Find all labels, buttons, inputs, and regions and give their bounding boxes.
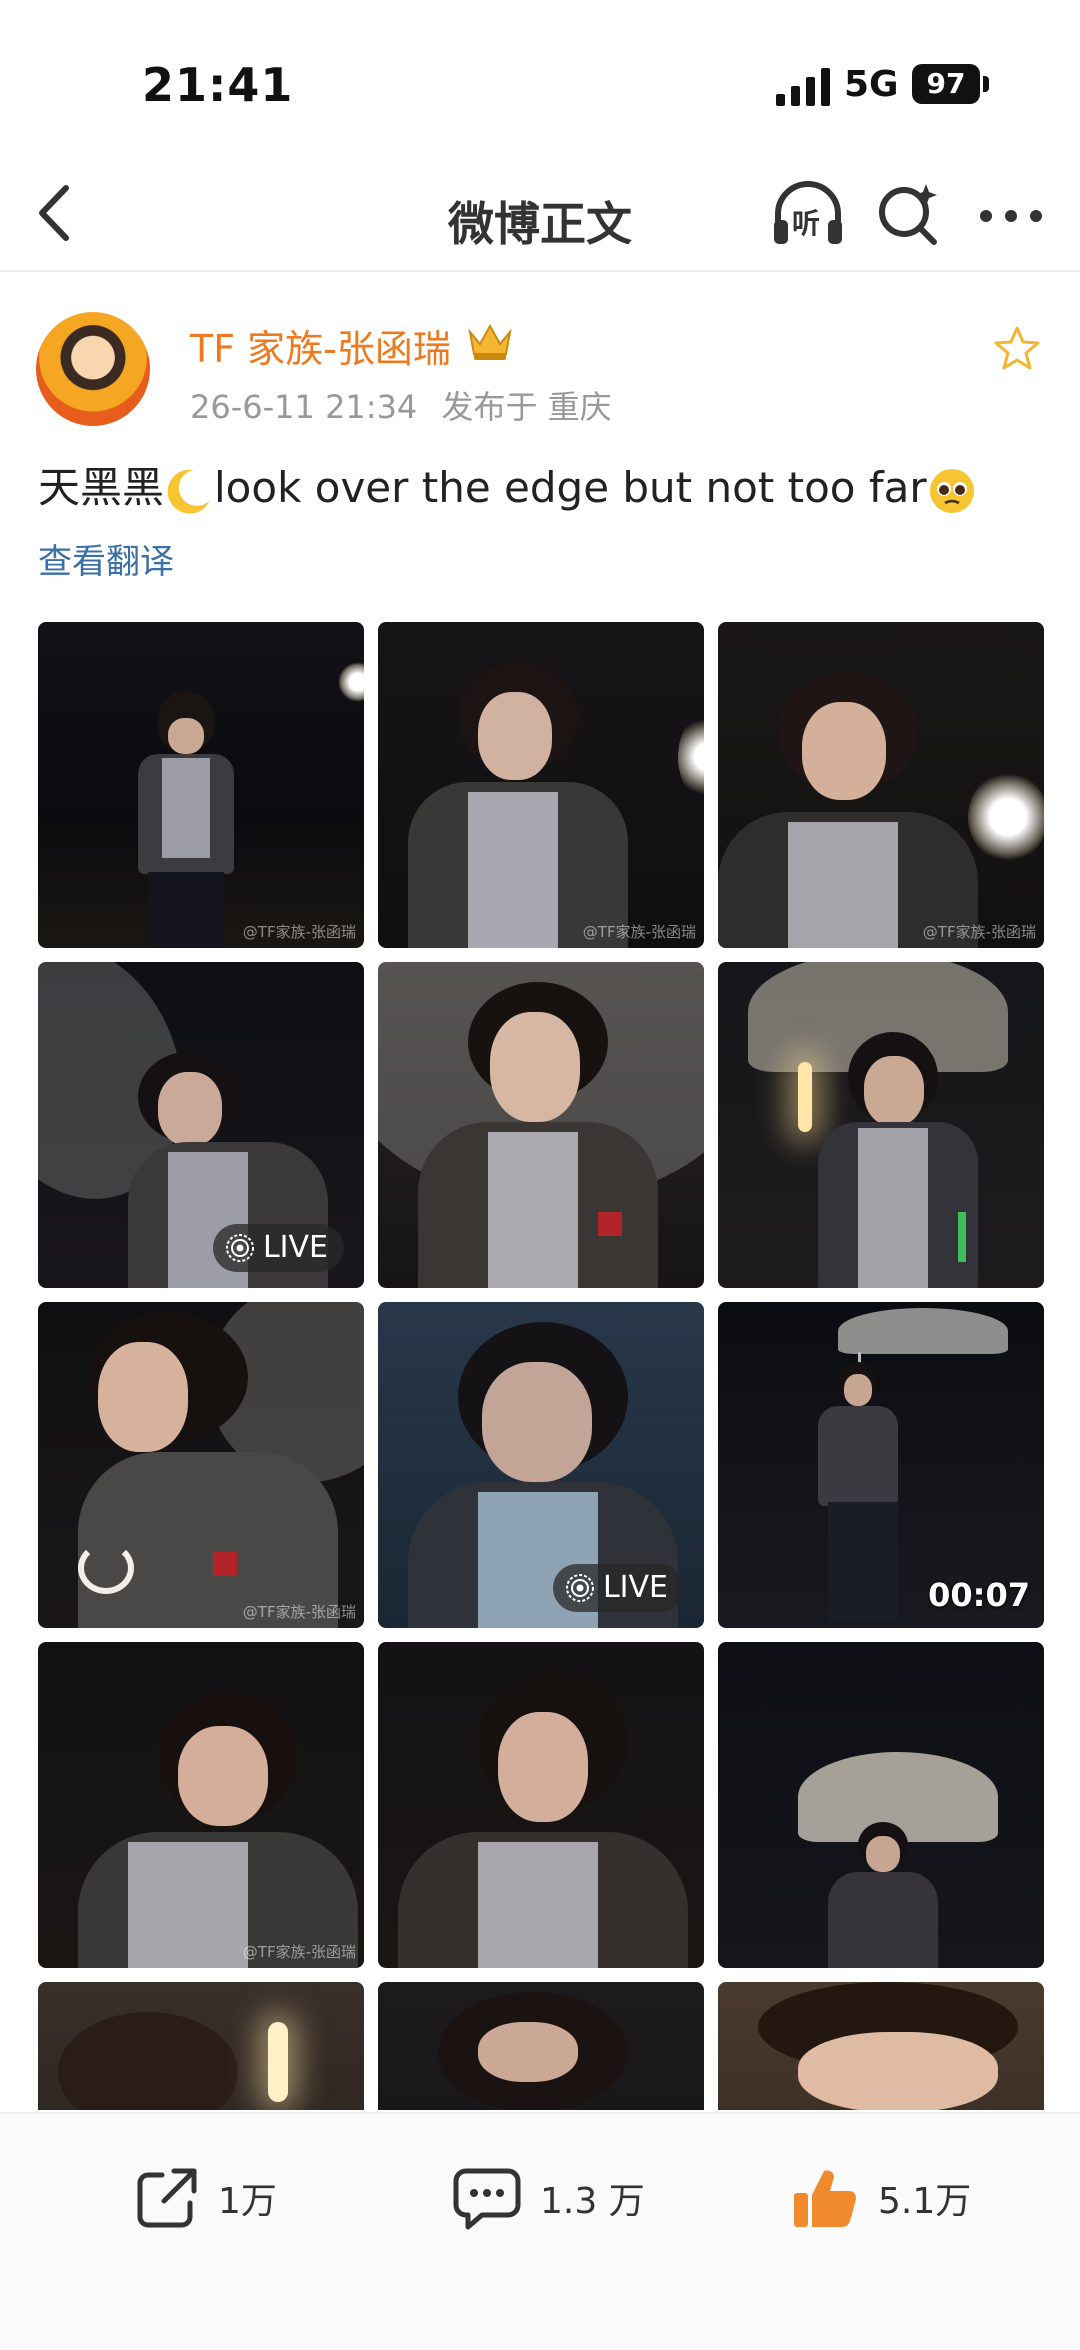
battery-nub [983, 76, 989, 92]
share-button[interactable]: 1万 [134, 2158, 277, 2238]
comment-button[interactable]: 1.3 万 [452, 2158, 645, 2238]
watermark: @TF家族-张函瑞 [922, 923, 1036, 941]
like-button[interactable]: 5.1万 [790, 2158, 971, 2238]
live-label: LIVE [262, 1230, 328, 1265]
avatar[interactable] [36, 312, 150, 426]
photo-2[interactable]: @TF家族-张函瑞 [378, 622, 704, 948]
live-label: LIVE [602, 1570, 668, 1605]
watermark: @TF家族-张函瑞 [242, 1943, 356, 1961]
like-count: 5.1万 [878, 2181, 972, 2222]
photo-13[interactable] [38, 1982, 364, 2110]
post-meta: 26-6-11 21:34 发布于 重庆 [190, 382, 612, 428]
signal-icon [776, 68, 830, 106]
comment-count: 1.3 万 [540, 2181, 645, 2222]
battery-icon: 97 [912, 64, 980, 104]
listen-label: 听 [792, 207, 821, 240]
live-photo-icon [225, 1234, 254, 1262]
favorite-star-icon[interactable] [992, 324, 1042, 374]
network-type: 5G [844, 64, 899, 105]
pleading-face-icon [929, 468, 974, 513]
watermark: @TF家族-张函瑞 [582, 923, 696, 941]
status-bar: 21:41 5G 97 [0, 0, 1080, 160]
live-badge: LIVE [552, 1564, 684, 1612]
post-text: 天黑黑 look over the edge but not too far [38, 454, 977, 516]
photo-8[interactable]: LIVE [378, 1302, 704, 1628]
live-photo-icon [565, 1574, 594, 1602]
photo-12[interactable] [718, 1642, 1044, 1968]
crescent-moon-icon [167, 469, 211, 514]
video-duration: 00:07 [928, 1576, 1030, 1614]
post-location: 发布于 重庆 [441, 388, 612, 426]
photo-3[interactable]: @TF家族-张函瑞 [718, 622, 1044, 948]
more-icon[interactable] [978, 196, 1044, 236]
share-count: 1万 [218, 2181, 277, 2222]
photo-7[interactable]: @TF家族-张函瑞 [38, 1302, 364, 1628]
nav-bar: 微博正文 听 [0, 160, 1080, 272]
photo-6[interactable] [718, 962, 1044, 1288]
author-name[interactable]: TF 家族-张函瑞 [190, 318, 451, 373]
photo-grid: @TF家族-张函瑞 @TF家族-张函瑞 @TF家族-张函瑞 LIVE @TF家族… [38, 622, 1044, 2110]
post-text-part2: look over the edge but not too far [214, 463, 927, 512]
photo-4[interactable]: LIVE [38, 962, 364, 1288]
photo-1[interactable]: @TF家族-张函瑞 [38, 622, 364, 948]
comment-icon [453, 2168, 521, 2230]
search-icon[interactable] [876, 180, 942, 246]
video-1[interactable]: 00:07 [718, 1302, 1044, 1628]
photo-11[interactable] [378, 1642, 704, 1968]
post-time: 26-6-11 21:34 [190, 388, 418, 426]
watermark: @TF家族-张函瑞 [242, 923, 356, 941]
photo-14[interactable] [378, 1982, 704, 2110]
status-time: 21:41 [142, 58, 294, 112]
thumbs-up-icon [794, 2170, 857, 2228]
live-badge: LIVE [212, 1224, 344, 1272]
action-bar: 1万 1.3 万 5.1万 [0, 2112, 1080, 2350]
watermark: @TF家族-张函瑞 [242, 1603, 356, 1621]
vip-crown-icon [468, 323, 512, 360]
post-text-part1: 天黑黑 [38, 463, 165, 512]
share-icon [137, 2168, 197, 2228]
listen-button[interactable]: 听 [770, 180, 846, 252]
translate-link[interactable]: 查看翻译 [38, 534, 174, 583]
photo-10[interactable]: @TF家族-张函瑞 [38, 1642, 364, 1968]
photo-15[interactable] [718, 1982, 1044, 2110]
photo-5[interactable] [378, 962, 704, 1288]
